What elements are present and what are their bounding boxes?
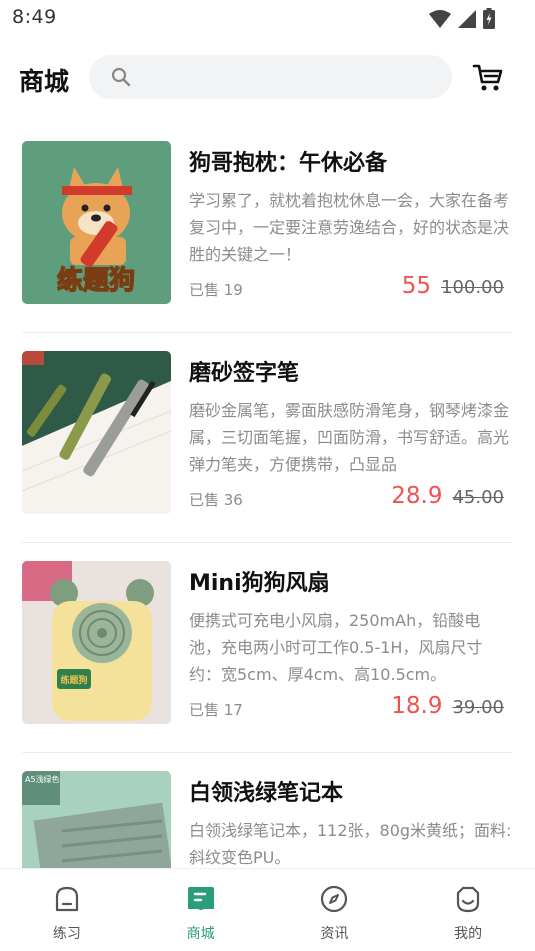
product-image-fan[interactable]: 练题狗 (22, 561, 171, 724)
product-item[interactable]: 练题狗 Mini狗狗风扇 便携式可充电小风扇，250mAh，铅酸电池，充电两小时… (22, 543, 512, 753)
tab-profile[interactable]: 我的 (401, 869, 535, 951)
product-item[interactable]: 磨砂签字笔 磨砂金属笔，雾面肤感防滑笔身，钢琴烤漆金属，三切面笔握，凹面防滑，书… (22, 333, 512, 543)
practice-icon (55, 886, 78, 912)
search-input[interactable] (139, 55, 439, 99)
product-prices: 18.9 39.00 (391, 693, 504, 719)
product-price: 55 (401, 273, 432, 299)
battery-icon (483, 8, 495, 29)
tab-mall[interactable]: 商城 (134, 869, 268, 951)
tab-label: 我的 (454, 926, 483, 942)
product-description: 白领浅绿笔记本，112张，80g米黄纸；面料:斜纹变色PU。 (189, 821, 512, 867)
product-name[interactable]: 白领浅绿笔记本 (189, 775, 343, 807)
product-list[interactable]: 练题狗 狗哥抱枕：午休必备 学习累了，就枕着抱枕休息一会，大家在备考复习中，一定… (0, 123, 535, 869)
product-image-pen[interactable] (22, 351, 171, 514)
product-item[interactable]: A5浅绿色 白领浅绿笔记本 白领浅绿笔记本，112张，80g米黄纸；面料:斜纹变… (22, 753, 512, 869)
tab-label: 商城 (186, 926, 215, 942)
cart-icon (472, 64, 503, 91)
fan-brand-text: 练题狗 (60, 674, 87, 686)
pen-image (22, 351, 171, 514)
tab-news[interactable]: 资讯 (268, 869, 402, 951)
bottom-tab-bar: 练习 商城 资讯 我的 (0, 868, 535, 951)
product-name[interactable]: 磨砂签字笔 (189, 355, 299, 387)
search-icon (111, 67, 131, 87)
product-description: 便携式可充电小风扇，250mAh，铅酸电池，充电两小时可工作0.5-1H，风扇尺… (189, 611, 483, 684)
product-price: 28.9 (391, 483, 443, 509)
status-time: 8:49 (12, 6, 57, 28)
product-description: 磨砂金属笔，雾面肤感防滑笔身，钢琴烤漆金属，三切面笔握，凹面防滑，书写舒适。高光… (189, 401, 510, 474)
product-image-pillow[interactable]: 练题狗 (22, 141, 171, 304)
product-original-price: 45.00 (452, 487, 504, 508)
product-sold-count: 已售 36 (189, 491, 243, 509)
cart-button[interactable] (471, 62, 505, 94)
product-name[interactable]: 狗哥抱枕：午休必备 (189, 145, 387, 177)
product-prices: 28.9 45.00 (391, 483, 504, 509)
status-icons (429, 8, 495, 29)
product-prices: 55 100.00 (402, 273, 504, 299)
notebook-label-text: A5浅绿色 (25, 774, 60, 784)
wifi-icon (429, 9, 451, 28)
product-price: 18.9 (391, 693, 443, 719)
tab-label: 资讯 (320, 926, 349, 942)
notebook-image: A5浅绿色 (22, 771, 171, 869)
tab-label: 练习 (52, 926, 81, 942)
status-bar: 8:49 (0, 0, 535, 36)
dog-pillow-image: 练题狗 (22, 141, 171, 304)
pillow-brand-text: 练题狗 (57, 265, 135, 296)
signal-icon (458, 9, 476, 28)
product-name[interactable]: Mini狗狗风扇 (189, 565, 330, 597)
tab-practice[interactable]: 练习 (0, 869, 134, 951)
mall-icon (187, 887, 214, 910)
product-sold-count: 已售 19 (189, 281, 243, 299)
product-description: 学习累了，就枕着抱枕休息一会，大家在备考复习中，一定要注意劳逸结合，好的状态是决… (189, 191, 510, 264)
header: 商城 (0, 50, 535, 106)
compass-icon (321, 885, 348, 913)
product-item[interactable]: 练题狗 狗哥抱枕：午休必备 学习累了，就枕着抱枕休息一会，大家在备考复习中，一定… (22, 123, 512, 333)
product-image-notebook[interactable]: A5浅绿色 (22, 771, 171, 869)
product-sold-count: 已售 17 (189, 701, 243, 719)
product-original-price: 39.00 (452, 697, 504, 718)
profile-icon (457, 886, 480, 913)
product-original-price: 100.00 (441, 277, 504, 298)
fan-image: 练题狗 (22, 561, 171, 724)
page-title: 商城 (19, 67, 70, 96)
search-bar[interactable] (89, 55, 452, 99)
